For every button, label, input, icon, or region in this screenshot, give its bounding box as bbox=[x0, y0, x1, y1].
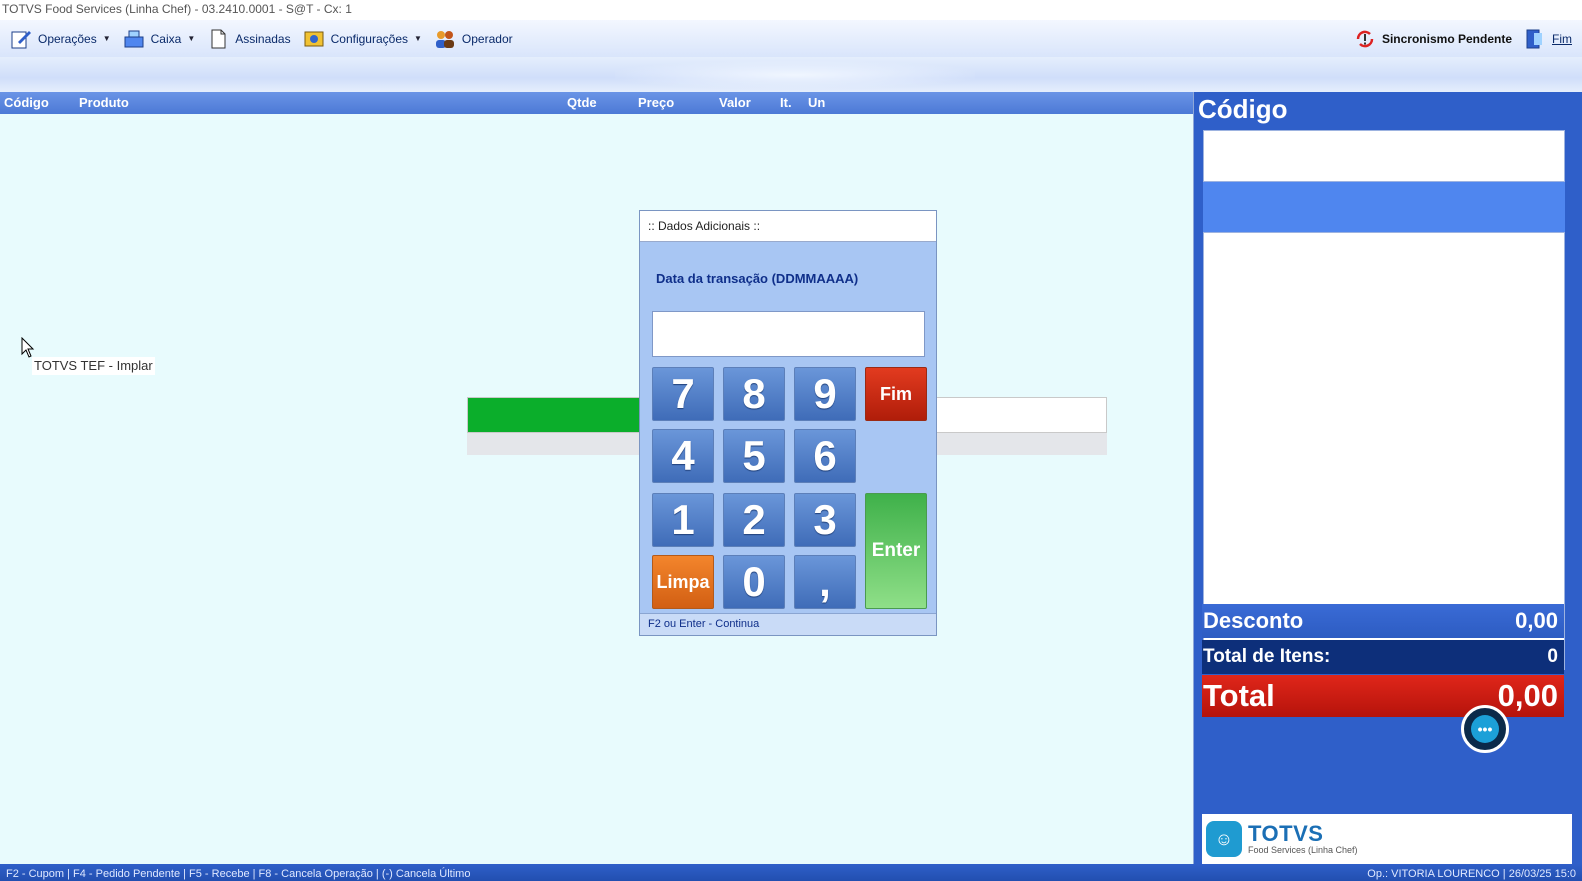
exit-button[interactable]: Fim bbox=[1518, 24, 1578, 54]
menu-caixa[interactable]: Caixa ▼ bbox=[117, 24, 202, 54]
key-0[interactable]: 0 bbox=[723, 555, 785, 609]
key-9[interactable]: 9 bbox=[794, 367, 856, 421]
key-7[interactable]: 7 bbox=[652, 367, 714, 421]
transaction-date-input[interactable] bbox=[652, 311, 925, 357]
totvs-logo-icon: ☺ bbox=[1206, 821, 1242, 857]
key-4[interactable]: 4 bbox=[652, 429, 714, 483]
progress-fill bbox=[468, 398, 641, 432]
chevron-down-icon: ▼ bbox=[414, 34, 422, 43]
users-icon bbox=[435, 30, 454, 48]
total-row: Total 0,00 bbox=[1202, 675, 1564, 717]
sync-warning-icon bbox=[1356, 30, 1374, 47]
sync-pending-button[interactable]: Sincronismo Pendente bbox=[1348, 24, 1518, 54]
logo-text: TOTVS Food Services (Linha Chef) bbox=[1248, 820, 1358, 856]
key-3[interactable]: 3 bbox=[794, 493, 856, 547]
col-produto[interactable]: Produto bbox=[79, 95, 129, 110]
menu-operacoes-label: Operações bbox=[38, 31, 97, 46]
desconto-label: Desconto bbox=[1203, 608, 1304, 633]
key-8[interactable]: 8 bbox=[723, 367, 785, 421]
total-itens-row: Total de Itens: 0 bbox=[1202, 640, 1564, 674]
col-codigo[interactable]: Código bbox=[4, 95, 49, 110]
enter-button[interactable]: Enter bbox=[865, 493, 927, 609]
menu-assinadas-label: Assinadas bbox=[235, 31, 291, 46]
status-operator: Op.: VITORIA LOURENCO | 26/03/25 15:0 bbox=[1367, 868, 1576, 880]
items-grid-body[interactable] bbox=[0, 114, 1201, 864]
document-icon bbox=[211, 29, 226, 48]
total-value: 0,00 bbox=[1497, 678, 1558, 713]
menu-operador-label: Operador bbox=[461, 31, 513, 46]
totvs-logo: ☺ TOTVS Food Services (Linha Chef) bbox=[1202, 814, 1572, 864]
fim-button[interactable]: Fim bbox=[865, 367, 927, 421]
code-info-area bbox=[1203, 182, 1565, 232]
chevron-down-icon: ▼ bbox=[102, 34, 111, 43]
logo-main-text: TOTVS bbox=[1248, 820, 1324, 846]
code-label: Código bbox=[1198, 94, 1288, 124]
cash-register-icon bbox=[124, 30, 144, 47]
total-itens-label: Total de Itens: bbox=[1203, 646, 1331, 667]
total-itens-value: 0 bbox=[1547, 646, 1558, 667]
key-5[interactable]: 5 bbox=[723, 429, 785, 483]
dialog-prompt: Data da transação (DDMMAAAA) bbox=[656, 271, 859, 286]
col-unidade[interactable]: Un bbox=[808, 95, 825, 110]
col-preco[interactable]: Preço bbox=[638, 95, 674, 110]
desconto-value: 0,00 bbox=[1515, 608, 1558, 633]
toolbar-glow bbox=[615, 61, 975, 89]
key-6[interactable]: 6 bbox=[794, 429, 856, 483]
mouse-cursor-icon bbox=[21, 337, 35, 358]
chat-button[interactable]: ••• bbox=[1461, 705, 1509, 753]
window-title: TOTVS Food Services (Linha Chef) - 03.24… bbox=[0, 0, 1582, 20]
menu-assinadas[interactable]: Assinadas bbox=[201, 24, 296, 54]
tef-tooltip: TOTVS TEF - Implar bbox=[32, 357, 155, 375]
menu-configuracoes-label: Configurações bbox=[330, 31, 408, 46]
chat-bubble-icon: ••• bbox=[1471, 715, 1499, 743]
status-shortcuts: F2 - Cupom | F4 - Pedido Pendente | F5 -… bbox=[6, 868, 471, 880]
key-2[interactable]: 2 bbox=[723, 493, 785, 547]
settings-icon bbox=[304, 31, 324, 46]
col-qtde[interactable]: Qtde bbox=[567, 95, 597, 110]
menu-operador[interactable]: Operador bbox=[428, 24, 519, 54]
key-comma[interactable]: , bbox=[794, 555, 856, 609]
col-valor[interactable]: Valor bbox=[719, 95, 751, 110]
status-bar: F2 - Cupom | F4 - Pedido Pendente | F5 -… bbox=[0, 864, 1582, 881]
menu-caixa-label: Caixa bbox=[150, 31, 182, 46]
secondary-toolbar bbox=[0, 57, 1582, 92]
total-label: Total bbox=[1203, 678, 1275, 713]
dialog-footer: F2 ou Enter - Continua bbox=[640, 613, 936, 635]
edit-icon bbox=[11, 30, 31, 48]
col-item[interactable]: It. bbox=[780, 95, 792, 110]
exit-door-icon bbox=[1526, 29, 1542, 48]
key-1[interactable]: 1 bbox=[652, 493, 714, 547]
right-panel: Código bbox=[1193, 92, 1582, 864]
code-input[interactable] bbox=[1203, 130, 1565, 182]
menu-operacoes[interactable]: Operações ▼ bbox=[4, 24, 117, 54]
menu-right-group: Sincronismo Pendente Fim bbox=[1348, 24, 1582, 54]
limpa-button[interactable]: Limpa bbox=[652, 555, 714, 609]
menu-configuracoes[interactable]: Configurações ▼ bbox=[297, 24, 428, 54]
sync-pending-label: Sincronismo Pendente bbox=[1381, 31, 1512, 46]
desconto-row: Desconto 0,00 bbox=[1202, 604, 1564, 638]
items-grid-header: Código Produto Qtde Preço Valor It. Un bbox=[0, 92, 1201, 114]
exit-label: Fim bbox=[1552, 31, 1572, 46]
chevron-down-icon: ▼ bbox=[187, 34, 196, 43]
logo-sub-text: Food Services (Linha Chef) bbox=[1248, 844, 1358, 855]
menu-bar: Operações ▼ Caixa ▼ Assinadas Configuraç… bbox=[0, 20, 1582, 57]
dialog-title: :: Dados Adicionais :: bbox=[640, 211, 936, 242]
additional-data-dialog: :: Dados Adicionais :: Data da transação… bbox=[639, 210, 937, 636]
